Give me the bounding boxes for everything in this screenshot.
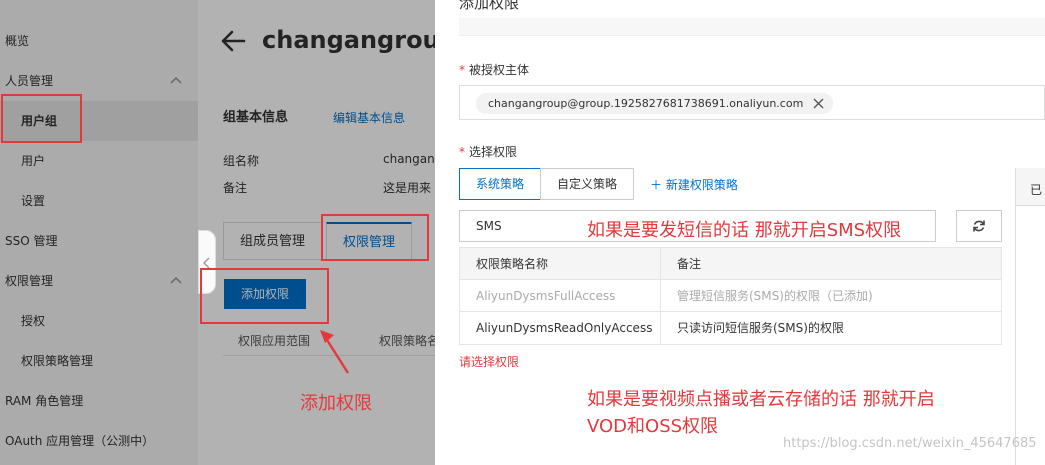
subject-chip-text: changangroup@group.1925827681738691.onal… (488, 97, 804, 110)
annotation-box-user-groups (1, 94, 82, 143)
table-header-name: 权限策略名称 (476, 257, 549, 271)
annotation-vod-note-line2: VOD和OSS权限 (587, 416, 719, 437)
selected-panel-label: 已 (1030, 183, 1043, 197)
table-row[interactable]: AliyunDysmsReadOnlyAccess 只读访问短信服务(SMS)的… (460, 312, 1001, 344)
policy-note: 管理短信服务(SMS)的权限（已添加) (677, 289, 873, 303)
selected-panel-header: 已 (1016, 168, 1045, 206)
plus-icon: ＋ (650, 178, 663, 192)
table-header-row: 权限策略名称 备注 (460, 248, 1001, 280)
subject-field[interactable]: changangroup@group.1925827681738691.onal… (459, 85, 1045, 120)
tab-custom-policy[interactable]: 自定义策略 (540, 168, 635, 200)
table-separator (660, 312, 661, 344)
annotation-sms-note: 如果是要发短信的话 那就开启SMS权限 (587, 220, 902, 241)
annotation-add-note: 添加权限 (300, 393, 372, 414)
annotation-box-permissions-tab (321, 214, 429, 261)
table-row: AliyunDysmsFullAccess 管理短信服务(SMS)的权限（已添加… (460, 280, 1001, 312)
subject-label-text: 被授权主体 (469, 63, 530, 77)
annotation-box-add-button (200, 268, 329, 324)
policy-name: AliyunDysmsReadOnlyAccess (476, 321, 653, 335)
policy-label-text: 选择权限 (469, 145, 518, 159)
subject-chip: changangroup@group.1925827681738691.onal… (476, 93, 834, 114)
table-header-note: 备注 (677, 257, 702, 271)
drawer-header-band (459, 18, 1045, 36)
refresh-icon (973, 220, 985, 232)
policy-label: * 选择权限 (459, 143, 517, 160)
tab-system-policy[interactable]: 系统策略 (459, 168, 542, 200)
validation-error: 请选择权限 (459, 355, 520, 369)
drawer-title: 添加权限 (459, 0, 520, 12)
required-mark: * (459, 145, 465, 159)
policy-note: 只读访问短信服务(SMS)的权限 (677, 321, 844, 335)
policy-name: AliyunDysmsFullAccess (476, 289, 616, 303)
close-icon[interactable] (812, 97, 825, 110)
required-mark: * (459, 63, 465, 77)
subject-label: * 被授权主体 (459, 61, 529, 78)
watermark: https://blog.csdn.net/weixin_45647685 (783, 436, 1037, 451)
table-separator (660, 280, 661, 312)
policy-table: 权限策略名称 备注 AliyunDysmsFullAccess 管理短信服务(S… (459, 247, 1002, 345)
selected-policies-panel: 已 (1015, 168, 1045, 465)
new-policy-link[interactable]: ＋ 新建权限策略 (650, 176, 738, 193)
refresh-button[interactable] (956, 210, 1002, 242)
new-policy-link-text: 新建权限策略 (665, 178, 738, 192)
annotation-vod-note-line1: 如果是要视频点播或者云存储的话 那就开启 (587, 389, 935, 410)
annotation-arrow-icon (320, 330, 350, 374)
table-separator (660, 248, 661, 280)
